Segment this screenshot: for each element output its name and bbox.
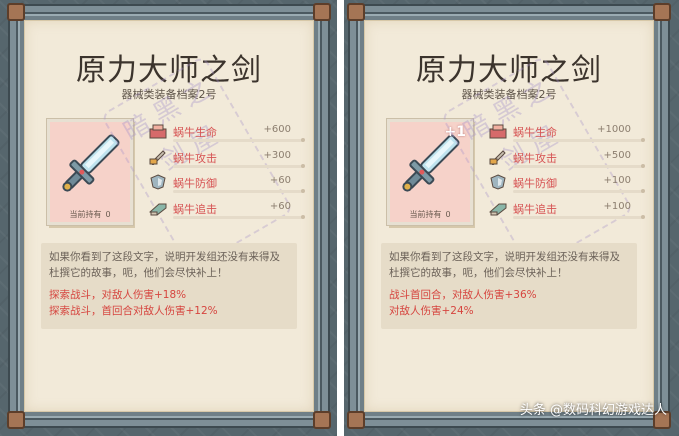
equipment-panel-upgraded: 原力大师之剑 器械类装备档案2号 +1 当前持有 0 暗 黑 之 剑 屋 蜗牛生… — [347, 3, 671, 429]
stat-value: +300 — [263, 149, 291, 161]
stat-row: 蜗牛生命 +1000 — [489, 121, 647, 147]
stat-underline — [513, 189, 645, 193]
stat-row: 蜗牛防御 +100 — [489, 172, 647, 198]
effect-list: 探索战斗，对敌人伤害+18% 探索战斗，首回合对敌人伤害+12% — [49, 287, 289, 319]
stat-value: +1000 — [597, 124, 631, 135]
frame-bolt — [313, 3, 331, 21]
equipment-panel-base: 原力大师之剑 器械类装备档案2号 当前持有 0 暗 黑 之 剑 屋 蜗牛生命 +… — [7, 3, 331, 429]
stat-row: 蜗牛追击 +100 — [489, 198, 647, 224]
stat-underline — [173, 189, 305, 193]
stat-name: 蜗牛追击 — [173, 202, 217, 216]
stat-row: 蜗牛攻击 +300 — [149, 147, 307, 173]
lore-text: 如果你看到了这段文字，说明开发组还没有来得及杜撰它的故事，呃，他们会尽快补上！ — [49, 251, 280, 279]
parchment: 原力大师之剑 器械类装备档案2号 +1 当前持有 0 暗 黑 之 剑 屋 蜗牛生… — [364, 20, 654, 412]
stat-value: +600 — [263, 124, 291, 135]
stat-name: 蜗牛攻击 — [173, 151, 217, 165]
lore-text: 如果你看到了这段文字，说明开发组还没有来得及杜撰它的故事，呃，他们会尽快补上！ — [389, 251, 620, 279]
stat-name: 蜗牛生命 — [173, 126, 217, 139]
stat-underline — [173, 138, 305, 142]
description-box: 如果你看到了这段文字，说明开发组还没有来得及杜撰它的故事，呃，他们会尽快补上！ … — [41, 243, 297, 329]
frame-bolt — [7, 3, 25, 21]
frame-bolt — [313, 411, 331, 429]
stat-value: +500 — [603, 149, 631, 161]
stat-name: 蜗牛生命 — [513, 126, 557, 139]
stat-name: 蜗牛攻击 — [513, 151, 557, 165]
held-count: 当前持有 0 — [390, 209, 470, 220]
held-value: 0 — [445, 210, 451, 219]
pursuit-icon — [489, 203, 507, 216]
stat-row: 蜗牛防御 +60 — [149, 172, 307, 198]
frame-bolt — [653, 3, 671, 21]
frame-bolt — [7, 411, 25, 429]
pursuit-icon — [149, 203, 167, 216]
frame-bolt — [347, 411, 365, 429]
stat-row: 蜗牛追击 +60 — [149, 198, 307, 224]
stat-value: +100 — [603, 175, 631, 186]
stat-list: 蜗牛生命 +1000 蜗牛攻击 +500 蜗牛防御 +100 蜗牛追击 +100 — [489, 121, 647, 223]
effect-line: 对敌人伤害+24% — [389, 305, 474, 317]
description-box: 如果你看到了这段文字，说明开发组还没有来得及杜撰它的故事，呃，他们会尽快补上！ … — [381, 243, 637, 329]
source-credit: 头条 @数码科幻游戏达人 — [519, 403, 667, 418]
stat-underline — [173, 163, 305, 168]
effect-line: 探索战斗，首回合对敌人伤害+12% — [49, 305, 218, 317]
attack-icon — [149, 149, 166, 165]
held-label: 当前持有 — [409, 210, 442, 219]
stat-row: 蜗牛生命 +600 — [149, 121, 307, 147]
frame-bolt — [347, 3, 365, 21]
stat-name: 蜗牛防御 — [173, 177, 217, 190]
effect-line: 探索战斗，对敌人伤害+18% — [49, 289, 187, 301]
defense-icon — [490, 174, 506, 190]
stat-underline — [173, 214, 305, 219]
parchment: 原力大师之剑 器械类装备档案2号 当前持有 0 暗 黑 之 剑 屋 蜗牛生命 +… — [24, 20, 314, 412]
defense-icon — [150, 174, 166, 190]
stat-underline — [513, 163, 645, 168]
held-label: 当前持有 — [69, 210, 102, 219]
image-divider — [337, 0, 344, 436]
stat-underline — [513, 214, 645, 219]
stat-list: 蜗牛生命 +600 蜗牛攻击 +300 蜗牛防御 +60 蜗牛追击 +60 — [149, 121, 307, 223]
held-count: 当前持有 0 — [50, 209, 130, 220]
stat-value: +100 — [603, 200, 631, 212]
attack-icon — [489, 149, 506, 165]
stat-name: 蜗牛防御 — [513, 177, 557, 190]
effect-line: 战斗首回合，对敌人伤害+36% — [389, 289, 537, 301]
held-value: 0 — [105, 210, 111, 219]
stat-name: 蜗牛追击 — [513, 202, 557, 216]
health-icon — [489, 124, 507, 139]
stat-value: +60 — [269, 175, 291, 186]
health-icon — [149, 124, 167, 139]
stat-underline — [513, 138, 645, 142]
stat-value: +60 — [269, 200, 291, 212]
stat-row: 蜗牛攻击 +500 — [489, 147, 647, 173]
effect-list: 战斗首回合，对敌人伤害+36% 对敌人伤害+24% — [389, 287, 629, 319]
